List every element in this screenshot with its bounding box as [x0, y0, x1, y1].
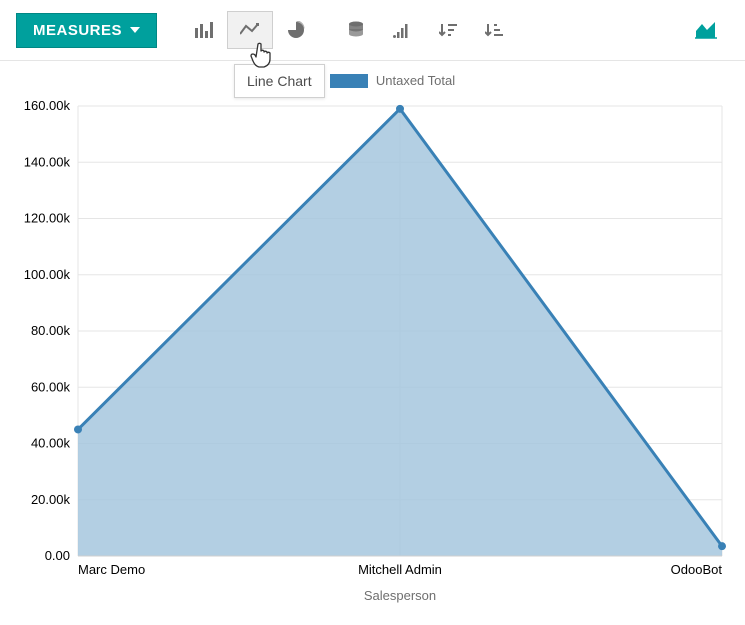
svg-text:80.00k: 80.00k: [31, 323, 71, 338]
measures-label: MEASURES: [33, 22, 122, 39]
caret-down-icon: [130, 27, 140, 33]
chart-area: Untaxed Total 0.00 20.00k 40.00k 60.00k 80.0…: [0, 61, 745, 612]
legend-label: Untaxed Total: [376, 73, 455, 88]
chart-options-group: [333, 11, 517, 49]
pie-chart-button[interactable]: [273, 11, 319, 49]
signal-button[interactable]: [379, 11, 425, 49]
toolbar: MEASURES: [0, 0, 745, 61]
bar-chart-button[interactable]: [181, 11, 227, 49]
sort-asc-button[interactable]: [471, 11, 517, 49]
svg-text:Marc Demo: Marc Demo: [78, 562, 145, 577]
svg-text:60.00k: 60.00k: [31, 379, 71, 394]
chart-type-group: [181, 11, 319, 49]
sort-asc-icon: [485, 22, 503, 38]
stack-button[interactable]: [333, 11, 379, 49]
chart-legend: Untaxed Total: [8, 73, 737, 88]
svg-text:OdooBot: OdooBot: [671, 562, 723, 577]
svg-text:160.00k: 160.00k: [24, 98, 71, 113]
line-chart: 0.00 20.00k 40.00k 60.00k 80.00k 100.00k 120.0…: [8, 92, 736, 612]
legend-swatch: [330, 74, 368, 88]
measures-button[interactable]: MEASURES: [16, 13, 157, 48]
area-chart-button[interactable]: [683, 11, 729, 49]
area-chart-icon: [695, 21, 717, 39]
sort-desc-button[interactable]: [425, 11, 471, 49]
svg-text:Salesperson: Salesperson: [364, 588, 436, 603]
bar-chart-icon: [195, 22, 213, 38]
line-chart-icon: [240, 22, 260, 38]
svg-text:120.00k: 120.00k: [24, 211, 71, 226]
sort-desc-icon: [439, 22, 457, 38]
svg-text:0.00: 0.00: [45, 548, 70, 563]
signal-icon: [393, 22, 411, 38]
svg-text:140.00k: 140.00k: [24, 154, 71, 169]
svg-text:40.00k: 40.00k: [31, 436, 71, 451]
pie-chart-icon: [287, 21, 305, 39]
svg-text:Mitchell Admin: Mitchell Admin: [358, 562, 442, 577]
line-chart-button[interactable]: [227, 11, 273, 49]
svg-text:100.00k: 100.00k: [24, 267, 71, 282]
database-icon: [347, 21, 365, 39]
svg-text:20.00k: 20.00k: [31, 492, 71, 507]
